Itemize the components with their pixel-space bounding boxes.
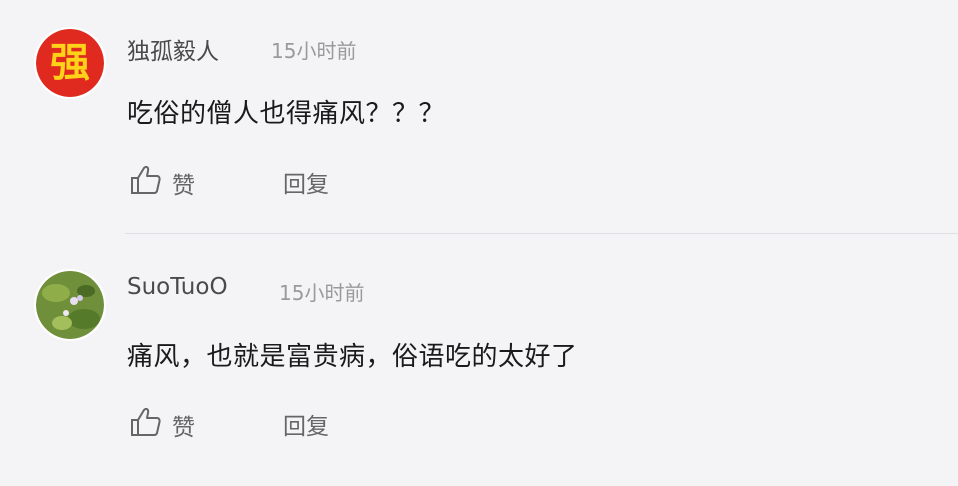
- timestamp: 15小时前: [279, 281, 365, 305]
- reply-label: 回复: [283, 172, 329, 198]
- like-button[interactable]: 赞: [130, 165, 195, 201]
- avatar[interactable]: [34, 269, 106, 341]
- like-label: 赞: [172, 173, 195, 199]
- avatar-glyph: 强: [50, 39, 90, 86]
- thumbs-up-icon: [130, 165, 162, 201]
- like-button[interactable]: 赞: [130, 407, 195, 443]
- username[interactable]: SuoTuoO: [127, 274, 228, 300]
- like-label: 赞: [172, 415, 195, 441]
- timestamp: 15小时前: [271, 39, 357, 63]
- avatar[interactable]: 强: [34, 27, 106, 99]
- comment-text: 痛风，也就是富贵病，俗语吃的太好了: [127, 342, 578, 372]
- reply-button[interactable]: 回复: [283, 165, 329, 199]
- username[interactable]: 独孤毅人: [127, 32, 219, 66]
- comment-item: SuoTuoO 15小时前 痛风，也就是富贵病，俗语吃的太好了 赞 回复: [0, 234, 958, 486]
- reply-label: 回复: [283, 414, 329, 440]
- avatar-image: 强: [36, 29, 104, 97]
- reply-button[interactable]: 回复: [283, 407, 329, 441]
- avatar-image: [36, 271, 104, 339]
- thumbs-up-icon: [130, 407, 162, 443]
- comment-item: 强 独孤毅人 15小时前 吃俗的僧人也得痛风？？？ 赞 回复: [0, 0, 958, 233]
- comment-text: 吃俗的僧人也得痛风？？？: [127, 99, 446, 129]
